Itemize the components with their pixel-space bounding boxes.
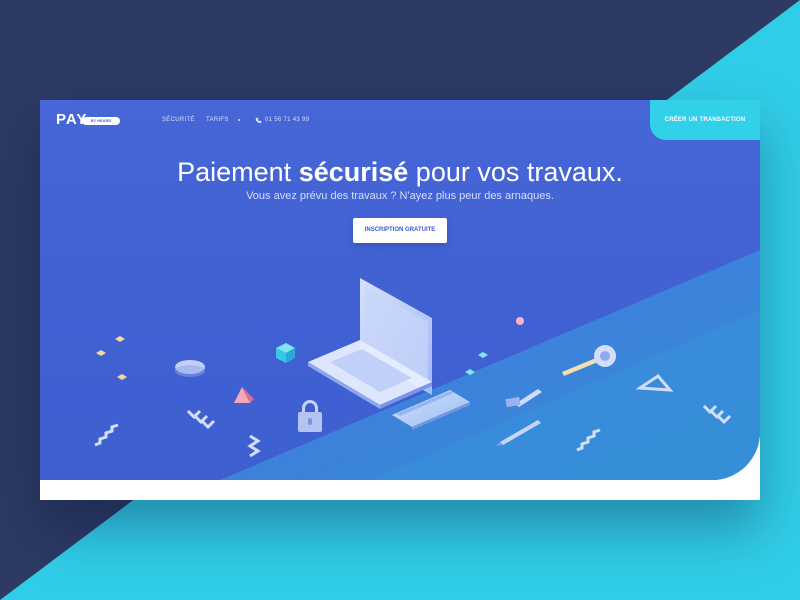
nav-link-tarifs[interactable]: TARIFS <box>206 117 229 123</box>
signup-button[interactable]: INSCRIPTION GRATUITE <box>353 218 447 243</box>
website-card: PAY BY HEARD SÉCURITÉ TARIFS 01 56 71 43… <box>40 100 760 500</box>
page-title: Paiement sécurisé pour vos travaux. <box>40 157 760 188</box>
hero-section: PAY BY HEARD SÉCURITÉ TARIFS 01 56 71 43… <box>40 100 760 480</box>
padlock-icon <box>298 400 322 432</box>
navbar: PAY BY HEARD SÉCURITÉ TARIFS 01 56 71 43… <box>40 100 760 140</box>
phone-number[interactable]: 01 56 71 43 99 <box>265 117 309 123</box>
cube-icon <box>276 343 295 363</box>
headline-bold: sécurisé <box>298 157 409 187</box>
pyramid-icon <box>234 387 254 403</box>
diamond-shape <box>96 350 106 356</box>
create-transaction-button[interactable]: CRÉER UN TRANSACTION <box>650 100 760 140</box>
zigzag-icon <box>247 434 261 458</box>
phone-icon <box>255 117 262 124</box>
logo-badge: BY HEARD <box>82 117 120 125</box>
headline-end: pour vos travaux. <box>415 157 623 187</box>
subheadline: Vous avez prévu des travaux ? N'ayez plu… <box>246 190 554 202</box>
laptop-icon <box>308 278 432 409</box>
nav-separator-dot <box>238 119 240 121</box>
nav-link-securite[interactable]: SÉCURITÉ <box>162 117 195 123</box>
headline-start: Paiement <box>177 157 292 187</box>
